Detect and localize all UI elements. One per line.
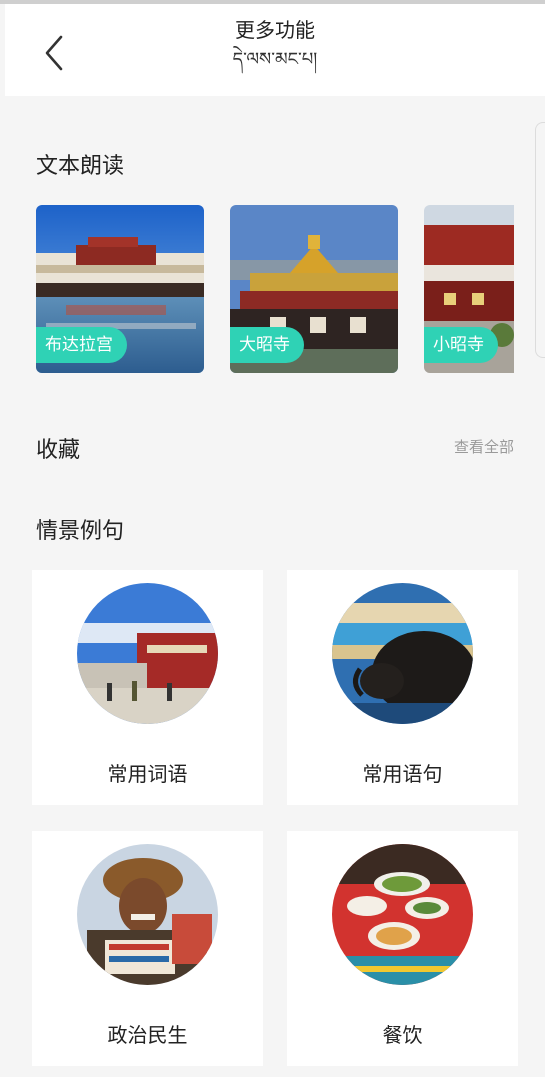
title-block: 更多功能 དེ་ལས་མང་པ། — [5, 16, 545, 74]
scene-card-common-sentences[interactable]: 常用语句 — [287, 570, 518, 805]
text-reading-carousel[interactable]: 布达拉宫 大昭寺 小昭寺 — [36, 205, 514, 373]
reading-label: 小昭寺 — [424, 327, 498, 363]
street-scene-image — [77, 583, 218, 724]
food-table-image — [332, 844, 473, 985]
reading-card-potala[interactable]: 布达拉宫 — [36, 205, 204, 373]
reading-label: 布达拉宫 — [36, 327, 127, 363]
see-all-link[interactable]: 查看全部 — [454, 436, 514, 457]
reading-card-ramoche[interactable]: 小昭寺 — [424, 205, 514, 373]
page-title: 更多功能 — [235, 18, 315, 42]
yak-image — [332, 583, 473, 724]
reading-label: 大昭寺 — [230, 327, 304, 363]
section-title-text-reading: 文本朗读 — [36, 154, 125, 179]
scene-label: 政治民生 — [107, 1023, 188, 1047]
page-subtitle: དེ་ལས་མང་པ། — [232, 49, 318, 70]
scene-card-common-words[interactable]: 常用词语 — [32, 570, 263, 805]
scene-card-dining[interactable]: 餐饮 — [287, 831, 518, 1066]
tibetan-man-image — [77, 844, 218, 985]
scene-label: 常用语句 — [362, 762, 443, 786]
scene-card-politics[interactable]: 政治民生 — [32, 831, 263, 1066]
scene-label: 餐饮 — [382, 1023, 423, 1047]
section-title-scenes: 情景例句 — [36, 519, 125, 544]
scroll-indicator — [535, 122, 545, 358]
top-bar: 更多功能 དེ་ལས་མང་པ། — [5, 4, 545, 96]
scene-label: 常用词语 — [107, 762, 188, 786]
reading-card-jokhang[interactable]: 大昭寺 — [230, 205, 398, 373]
section-title-favorites: 收藏 — [36, 438, 81, 463]
